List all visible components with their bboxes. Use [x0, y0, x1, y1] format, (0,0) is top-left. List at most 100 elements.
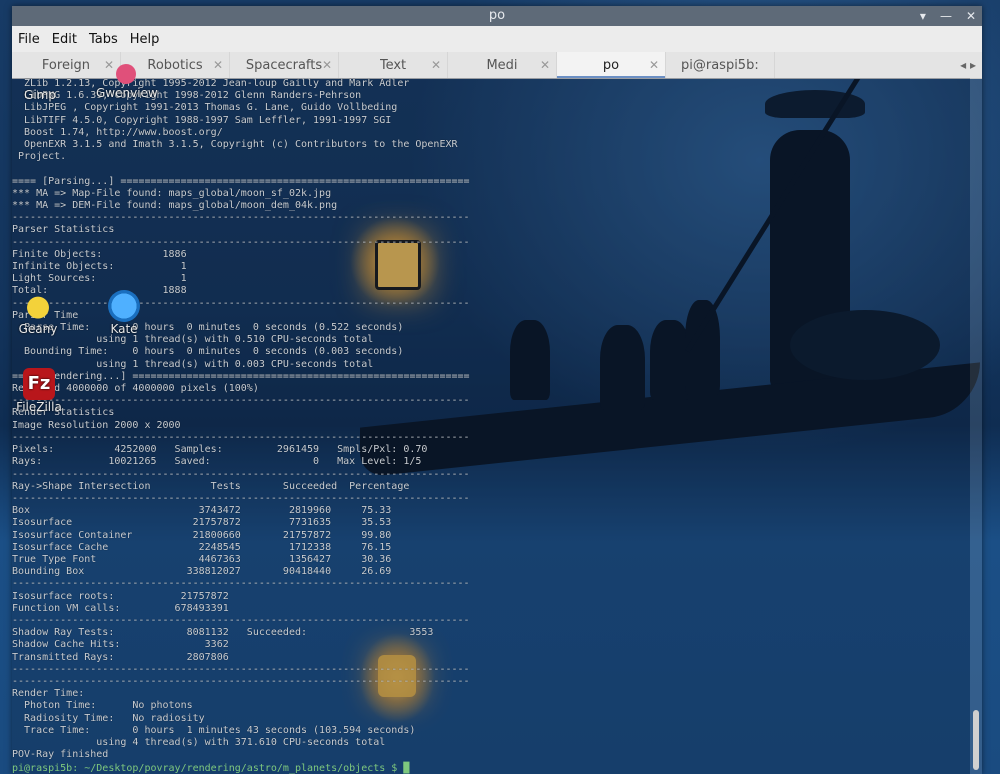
terminal-line: Rays: 10021265 Saved: 0 Max Level: 1/5 — [12, 456, 422, 468]
terminal-line: ----------------------------------------… — [12, 431, 470, 443]
terminal-line: Isosurface Cache 2248545 1712338 76.15 — [12, 541, 392, 553]
desktop-icon-gwenview[interactable]: Gwenview — [96, 64, 158, 100]
terminal-line: ==== [Rendering...] ====================… — [12, 370, 470, 382]
tab-label: Medi — [486, 57, 518, 73]
terminal-line: Infinite Objects: 1 — [12, 261, 187, 273]
menu-tabs[interactable]: Tabs — [83, 32, 124, 47]
terminal-line: ----------------------------------------… — [12, 297, 470, 309]
window-titlebar[interactable]: po ▾ — ✕ — [12, 6, 982, 26]
terminal-window: po ▾ — ✕ File Edit Tabs Help Foreign ✕ R… — [12, 6, 982, 774]
minimize-icon[interactable]: — — [940, 6, 952, 26]
terminal-line: Isosurface 21757872 7731635 35.53 — [12, 517, 392, 529]
terminal-line: ----------------------------------------… — [12, 212, 470, 224]
tab-label: po — [602, 57, 620, 73]
terminal-line: Pixels: 4252000 Samples: 2961459 Smpls/P… — [12, 444, 428, 456]
terminal-line: *** MA => Map-File found: maps_global/mo… — [12, 187, 332, 199]
terminal-line: OpenEXR 3.1.5 and Imath 3.1.5, Copyright… — [12, 139, 458, 151]
terminal-line: POV-Ray finished — [12, 749, 109, 761]
tab-label: Foreign — [41, 57, 91, 73]
terminal-line: Transmitted Rays: 2807806 — [12, 651, 229, 663]
tab-label: Spacecrafts — [245, 57, 323, 73]
terminal-line: True Type Font 4467363 1356427 30.36 — [12, 553, 392, 565]
terminal-line: Parse Time: 0 hours 0 minutes 0 seconds … — [12, 322, 404, 334]
terminal-line: Ray->Shape Intersection Tests Succeeded … — [12, 480, 410, 492]
terminal-line: ----------------------------------------… — [12, 492, 470, 504]
desktop-icon-filezilla[interactable]: Fz FileZilla — [16, 368, 62, 414]
desktop-icon-gimp[interactable]: Gimp — [22, 88, 58, 102]
gwenview-icon — [116, 64, 136, 84]
terminal-text: ZLib 1.2.13, Copyright 1995-2012 Jean-lo… — [12, 78, 470, 761]
close-icon[interactable]: ✕ — [966, 6, 976, 26]
terminal-line: Rendered 4000000 of 4000000 pixels (100%… — [12, 383, 259, 395]
menu-file[interactable]: File — [12, 32, 46, 47]
filezilla-label: FileZilla — [16, 400, 62, 414]
terminal-line: ----------------------------------------… — [12, 395, 470, 407]
terminal-line: ----------------------------------------… — [12, 663, 470, 675]
window-title: po — [488, 8, 506, 23]
terminal-line: ----------------------------------------… — [12, 675, 470, 687]
terminal-line: LibPNG 1.6.39, Copyright 1998-2012 Glenn… — [12, 90, 362, 102]
tab-bar: Foreign ✕ Robotics ✕ Spacecrafts ✕ Text … — [12, 52, 982, 79]
terminal-line: Render Time: — [12, 688, 85, 700]
terminal-line: Parser Statistics — [12, 224, 115, 236]
menu-edit[interactable]: Edit — [46, 32, 83, 47]
terminal-line: Isosurface roots: 21757872 — [12, 590, 229, 602]
terminal-line: ZLib 1.2.13, Copyright 1995-2012 Jean-lo… — [12, 78, 410, 89]
tab-scroll-arrows-icon[interactable]: ◂ ▸ — [775, 52, 982, 78]
geany-label: Geany — [18, 322, 58, 336]
terminal-line: Trace Time: 0 hours 1 minutes 43 seconds… — [12, 724, 416, 736]
geany-icon — [22, 290, 54, 322]
tab-close-icon[interactable]: ✕ — [540, 58, 550, 72]
terminal-line: Boost 1.74, http://www.boost.org/ — [12, 126, 223, 138]
terminal-line: Isosurface Container 21800660 21757872 9… — [12, 529, 392, 541]
filezilla-icon: Fz — [23, 368, 55, 400]
menubar: File Edit Tabs Help — [12, 26, 982, 52]
terminal-line: ----------------------------------------… — [12, 468, 470, 480]
terminal-prompt[interactable]: pi@raspi5b: ~/Desktop/povray/rendering/a… — [12, 763, 409, 774]
terminal-line: Shadow Ray Tests: 8081132 Succeeded: 355… — [12, 627, 434, 639]
kate-icon — [108, 290, 140, 322]
terminal-line: Box 3743472 2819960 75.33 — [12, 505, 392, 517]
tab-close-icon[interactable]: ✕ — [649, 58, 659, 72]
terminal-line: Light Sources: 1 — [12, 273, 187, 285]
gimp-label: Gimp — [24, 88, 56, 102]
terminal-line: Parser Time — [12, 309, 79, 321]
terminal-output[interactable]: ZLib 1.2.13, Copyright 1995-2012 Jean-lo… — [12, 78, 970, 774]
tab-spacecrafts[interactable]: Spacecrafts ✕ — [230, 52, 339, 78]
terminal-line: Total: 1888 — [12, 285, 187, 297]
tab-label: pi@raspi5b: … — [681, 57, 759, 73]
terminal-line: Render Statistics — [12, 407, 115, 419]
tab-medi[interactable]: Medi ✕ — [448, 52, 557, 78]
tab-po[interactable]: po ✕ — [557, 52, 666, 78]
terminal-line: *** MA => DEM-File found: maps_global/mo… — [12, 200, 338, 212]
terminal-line: ==== [Parsing...] ======================… — [12, 175, 470, 187]
kate-label: Kate — [110, 322, 138, 336]
terminal-line: Bounding Box 338812027 90418440 26.69 — [12, 566, 392, 578]
window-menu-icon[interactable]: ▾ — [920, 6, 926, 26]
terminal-line: Bounding Time: 0 hours 0 minutes 0 secon… — [12, 346, 404, 358]
terminal-line: ----------------------------------------… — [12, 614, 470, 626]
tab-pi-raspi5b[interactable]: pi@raspi5b: … — [666, 52, 775, 78]
terminal-line: using 1 thread(s) with 0.510 CPU-seconds… — [12, 334, 374, 346]
menu-help[interactable]: Help — [124, 32, 166, 47]
scrollbar-thumb[interactable] — [973, 710, 979, 770]
terminal-line: Radiosity Time: No radiosity — [12, 712, 205, 724]
tab-close-icon[interactable]: ✕ — [431, 58, 441, 72]
desktop-icon-geany[interactable]: Geany — [18, 290, 58, 336]
terminal-line: ----------------------------------------… — [12, 578, 470, 590]
terminal-line: Finite Objects: 1886 — [12, 248, 187, 260]
terminal-line: LibJPEG , Copyright 1991-2013 Thomas G. … — [12, 102, 398, 114]
tab-label: Text — [379, 57, 407, 73]
tab-text[interactable]: Text ✕ — [339, 52, 448, 78]
tab-close-icon[interactable]: ✕ — [213, 58, 223, 72]
terminal-line: ----------------------------------------… — [12, 236, 470, 248]
terminal-line: Project. — [12, 151, 67, 163]
gwenview-label: Gwenview — [96, 86, 158, 100]
tab-close-icon[interactable]: ✕ — [322, 58, 332, 72]
desktop-icon-kate[interactable]: Kate — [106, 290, 142, 336]
terminal-line: using 1 thread(s) with 0.003 CPU-seconds… — [12, 358, 374, 370]
terminal-line: Photon Time: No photons — [12, 700, 193, 712]
terminal-line: Image Resolution 2000 x 2000 — [12, 419, 181, 431]
terminal-scrollbar[interactable] — [970, 78, 982, 774]
